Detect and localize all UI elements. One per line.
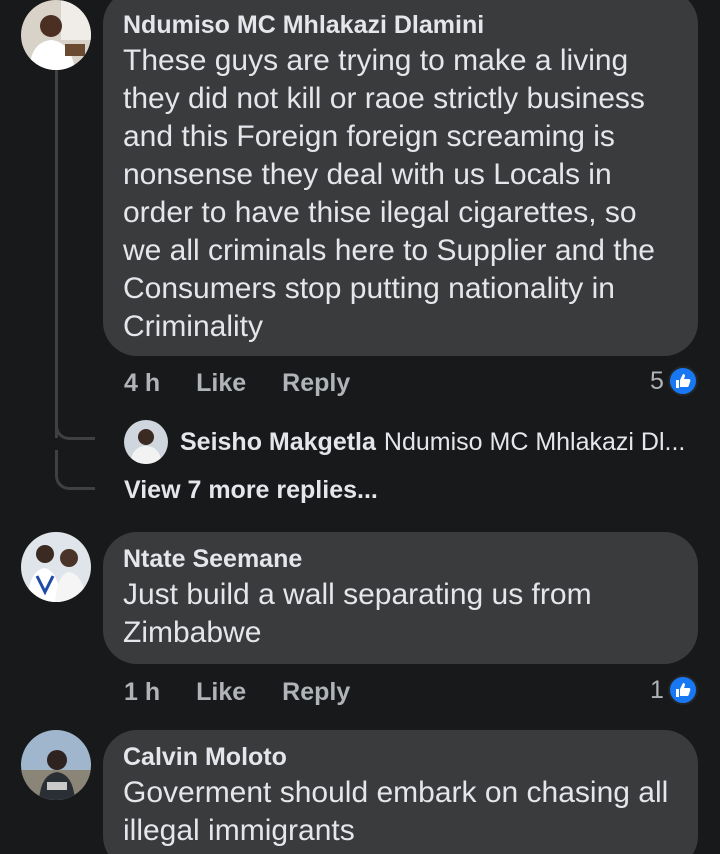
reply-author[interactable]: Seisho Makgetla	[180, 428, 376, 457]
thread-line	[55, 68, 58, 438]
thread-connector	[55, 450, 95, 490]
comment-text: These guys are trying to make a living t…	[123, 44, 655, 343]
comment-bubble: Ndumiso MC Mhlakazi Dlamini These guys a…	[103, 0, 698, 356]
avatar[interactable]	[21, 0, 91, 70]
comment-text: Just build a wall separating us from Zim…	[123, 578, 592, 649]
reply-button[interactable]: Reply	[282, 678, 350, 707]
avatar[interactable]	[124, 420, 168, 464]
reaction-count-label: 1	[650, 675, 664, 704]
like-button[interactable]: Like	[196, 678, 246, 707]
comment-bubble: Ntate Seemane Just build a wall separati…	[103, 532, 698, 664]
like-button[interactable]: Like	[196, 369, 246, 398]
like-thumb-icon	[667, 675, 698, 705]
avatar[interactable]	[21, 730, 91, 800]
thread-connector	[55, 400, 95, 440]
reaction-count[interactable]: 5	[650, 361, 698, 401]
reply-preview[interactable]: Seisho Makgetla Ndumiso MC Mhlakazi Dl..…	[124, 420, 685, 464]
reaction-count[interactable]: 1	[650, 670, 698, 710]
avatar[interactable]	[21, 532, 91, 602]
view-more-replies-link[interactable]: View 7 more replies...	[124, 476, 378, 505]
comment-text: Goverment should embark on chasing all i…	[123, 776, 669, 847]
comment-author[interactable]: Ndumiso MC Mhlakazi Dlamini	[123, 8, 678, 42]
comment-actions: 4 h Like Reply	[124, 363, 386, 403]
comment-time[interactable]: 4 h	[124, 369, 160, 398]
reply-button[interactable]: Reply	[282, 369, 350, 398]
comment-author[interactable]: Ntate Seemane	[123, 542, 678, 576]
comment-bubble: Calvin Moloto Goverment should embark on…	[103, 730, 698, 854]
reaction-count-label: 5	[650, 366, 664, 395]
like-thumb-icon	[667, 366, 698, 396]
reply-text: Ndumiso MC Mhlakazi Dl...	[383, 427, 686, 456]
comment-time[interactable]: 1 h	[124, 678, 160, 707]
comment-actions: 1 h Like Reply	[124, 672, 386, 712]
comment-author[interactable]: Calvin Moloto	[123, 740, 678, 774]
